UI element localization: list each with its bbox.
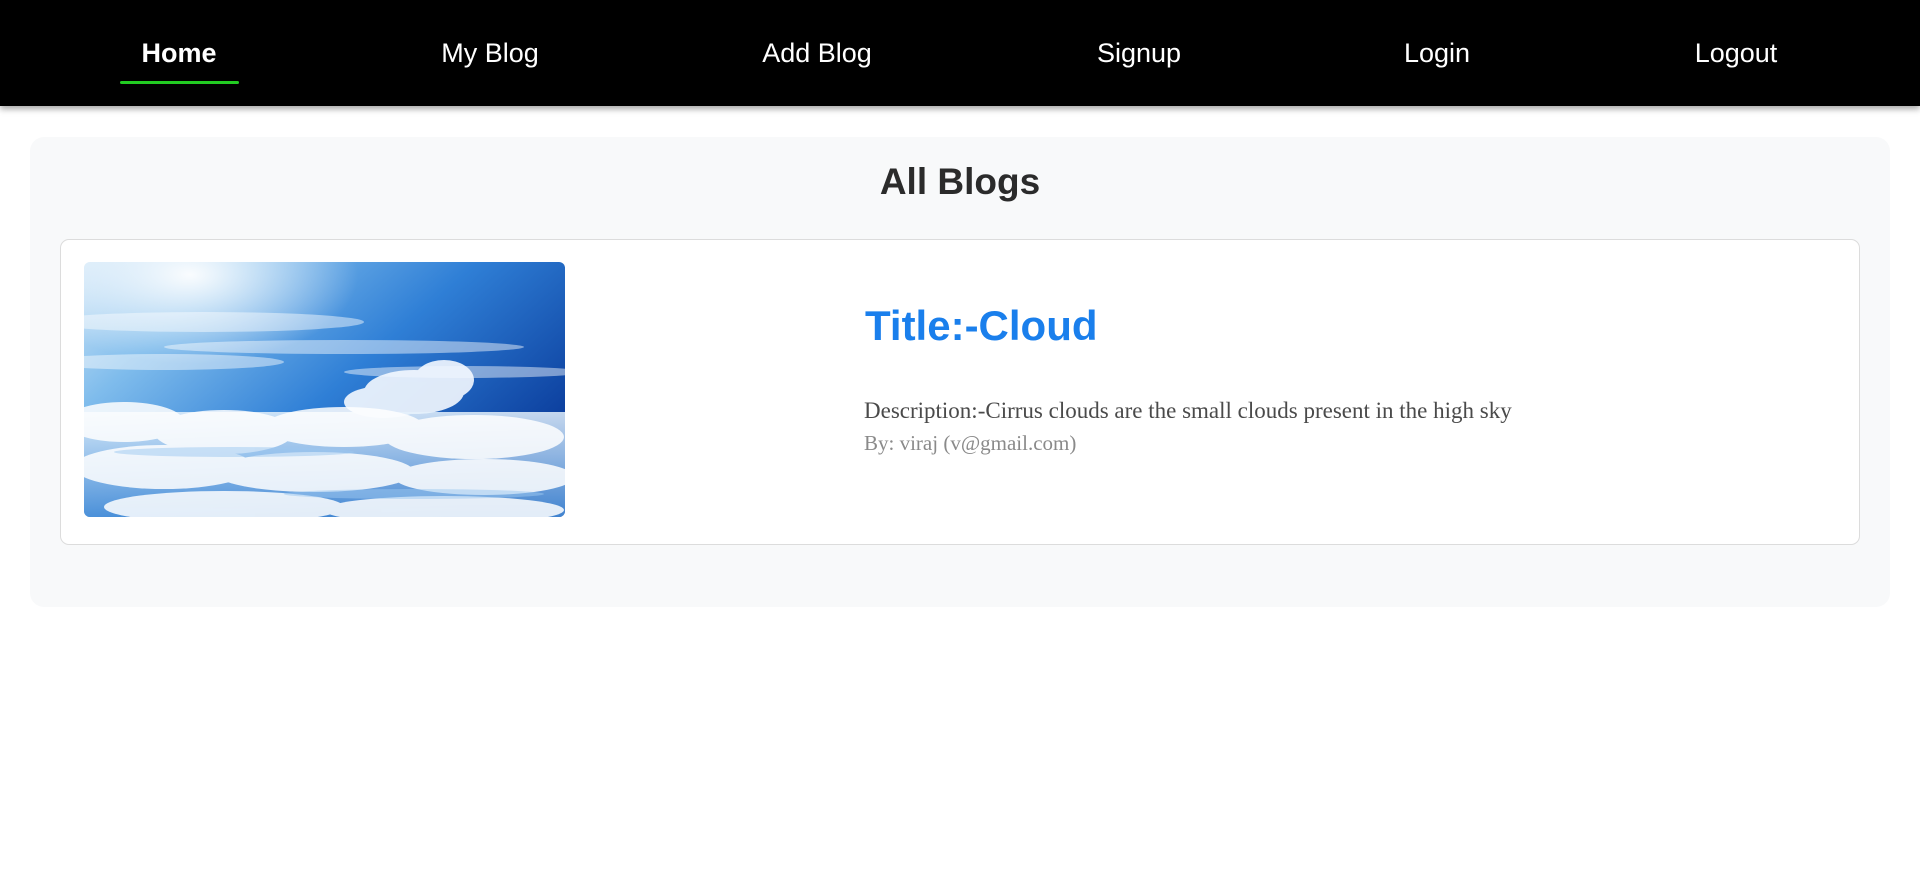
page-title: All Blogs: [879, 161, 1041, 202]
blog-title: Title:-Cloud: [865, 302, 1098, 349]
nav-home-link[interactable]: Home: [141, 0, 216, 106]
blogs-container: All Blogs Title:-Cloud Description:-Cirr…: [30, 137, 1890, 607]
nav-my-blog-link[interactable]: My Blog: [441, 0, 539, 106]
blog-description: Description:-Cirrus clouds are the small…: [864, 398, 1512, 423]
nav-logout-link[interactable]: Logout: [1695, 0, 1778, 106]
blog-image: [84, 262, 565, 517]
nav-signup-link[interactable]: Signup: [1097, 0, 1181, 106]
blog-card: Title:-Cloud Description:-Cirrus clouds …: [60, 239, 1860, 545]
blog-author: By: viraj (v@gmail.com): [864, 431, 1077, 455]
nav-login-link[interactable]: Login: [1404, 0, 1470, 106]
active-nav-underline: [120, 81, 239, 84]
nav-add-blog-link[interactable]: Add Blog: [762, 0, 872, 106]
top-navbar: Home My Blog Add Blog Signup Login Logou…: [0, 0, 1920, 106]
